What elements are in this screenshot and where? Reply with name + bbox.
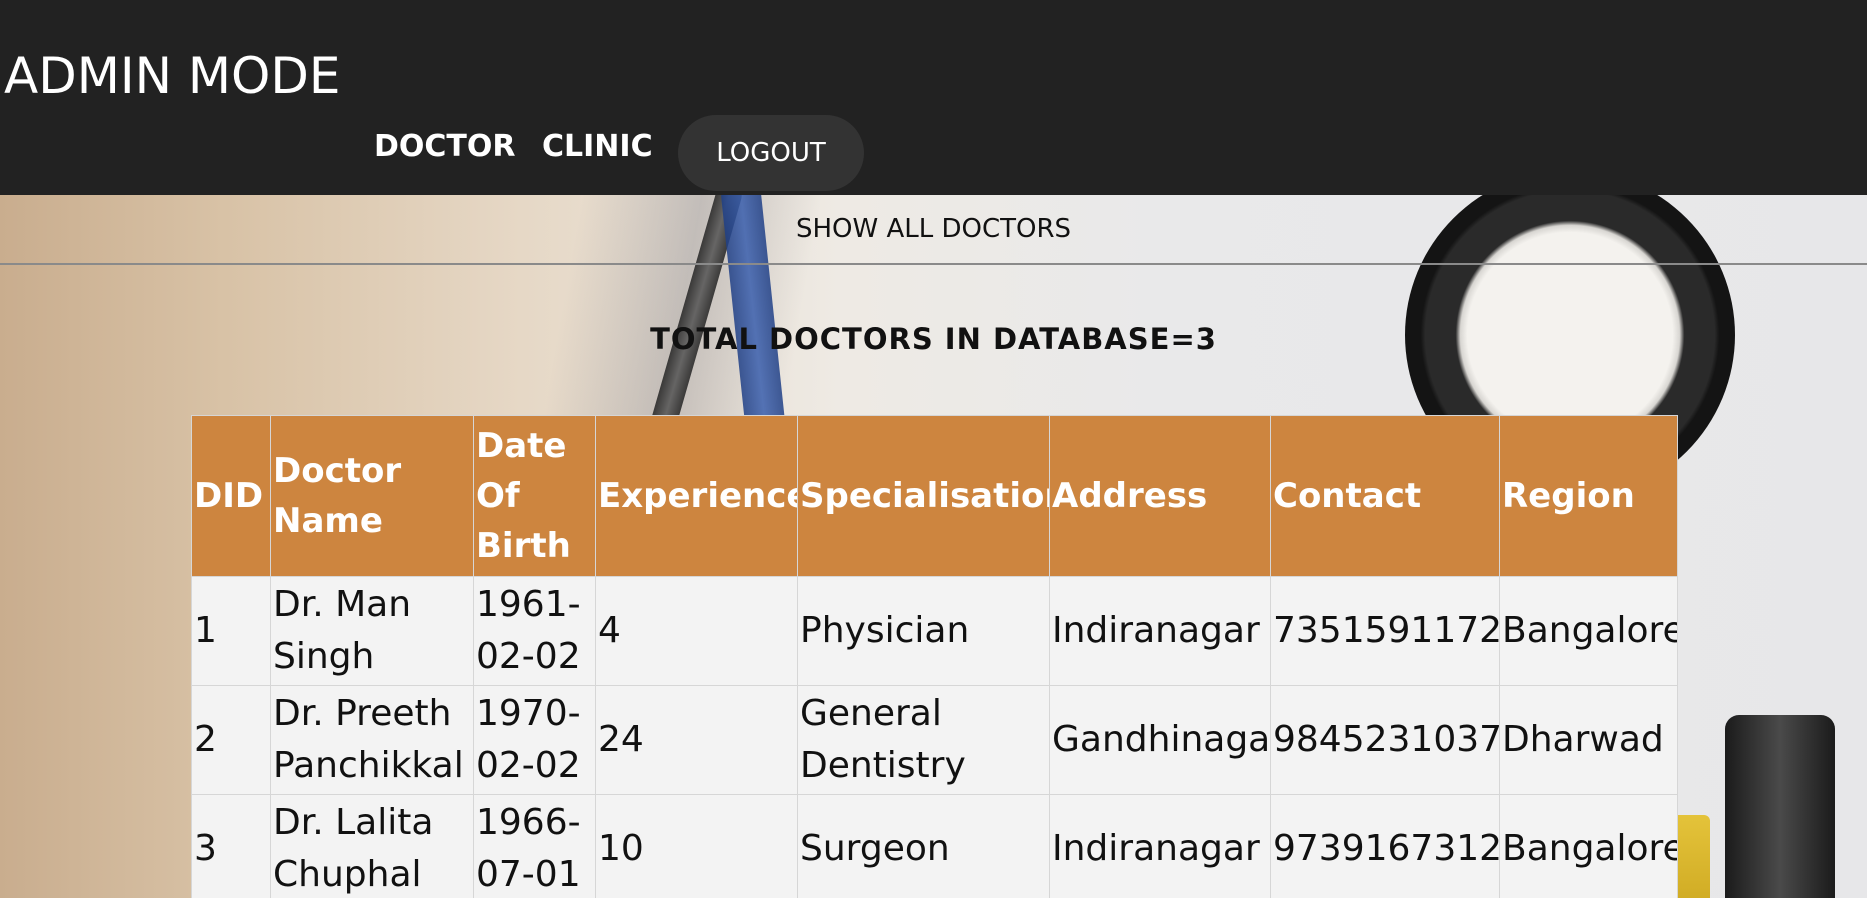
nav-doctor-link[interactable]: DOCTOR: [374, 129, 516, 164]
nav-clinic-link[interactable]: CLINIC: [542, 129, 653, 164]
cell-did: 3: [191, 794, 271, 898]
total-doctors-heading: TOTAL DOCTORS IN DATABASE=3: [650, 322, 1217, 356]
cell-doctor-name: Dr. Lalita Chuphal: [270, 794, 474, 898]
cell-region: Dharwad: [1499, 685, 1678, 795]
cell-specialisation: Physician: [797, 576, 1050, 686]
cell-contact: 9845231037: [1270, 685, 1500, 795]
admin-mode-title: ADMIN MODE: [4, 47, 341, 105]
pen-in-pocket: [1725, 715, 1835, 898]
section-divider: [0, 263, 1867, 265]
cell-region: Bangalore: [1499, 794, 1678, 898]
table-row: 1 Dr. Man Singh 1961- 02-02 4 Physician …: [191, 576, 1678, 686]
cell-contact: 7351591172: [1270, 576, 1500, 686]
column-header-did: DID: [191, 415, 271, 577]
cell-specialisation: General Dentistry: [797, 685, 1050, 795]
table-row: 2 Dr. Preeth Panchikkal 1970- 02-02 24 G…: [191, 685, 1678, 795]
cell-experience: 10: [595, 794, 798, 898]
doctors-table: DID Doctor Name Date Of Birth Experience…: [191, 415, 1678, 898]
cell-experience: 24: [595, 685, 798, 795]
cell-specialisation: Surgeon: [797, 794, 1050, 898]
cell-did: 1: [191, 576, 271, 686]
cell-doctor-name: Dr. Man Singh: [270, 576, 474, 686]
cell-did: 2: [191, 685, 271, 795]
column-header-experience: Experience: [595, 415, 798, 577]
table-row: 3 Dr. Lalita Chuphal 1966- 07-01 10 Surg…: [191, 794, 1678, 898]
cell-date-of-birth: 1970- 02-02: [473, 685, 596, 795]
column-header-specialisation: Specialisation: [797, 415, 1050, 577]
cell-region: Bangalore: [1499, 576, 1678, 686]
cell-date-of-birth: 1966- 07-01: [473, 794, 596, 898]
column-header-address: Address: [1049, 415, 1271, 577]
show-all-doctors-link[interactable]: SHOW ALL DOCTORS: [0, 195, 1867, 263]
logout-button[interactable]: LOGOUT: [678, 115, 864, 191]
table-header-row: DID Doctor Name Date Of Birth Experience…: [191, 415, 1678, 577]
cell-contact: 9739167312: [1270, 794, 1500, 898]
cell-doctor-name: Dr. Preeth Panchikkal: [270, 685, 474, 795]
cell-experience: 4: [595, 576, 798, 686]
cell-address: Gandhinagar: [1049, 685, 1271, 795]
top-navbar: ADMIN MODE DOCTOR CLINIC LOGOUT: [0, 0, 1867, 195]
cell-date-of-birth: 1961- 02-02: [473, 576, 596, 686]
cell-address: Indiranagar: [1049, 576, 1271, 686]
column-header-contact: Contact: [1270, 415, 1500, 577]
cell-address: Indiranagar: [1049, 794, 1271, 898]
column-header-region: Region: [1499, 415, 1678, 577]
column-header-doctor-name: Doctor Name: [270, 415, 474, 577]
column-header-date-of-birth: Date Of Birth: [473, 415, 596, 577]
